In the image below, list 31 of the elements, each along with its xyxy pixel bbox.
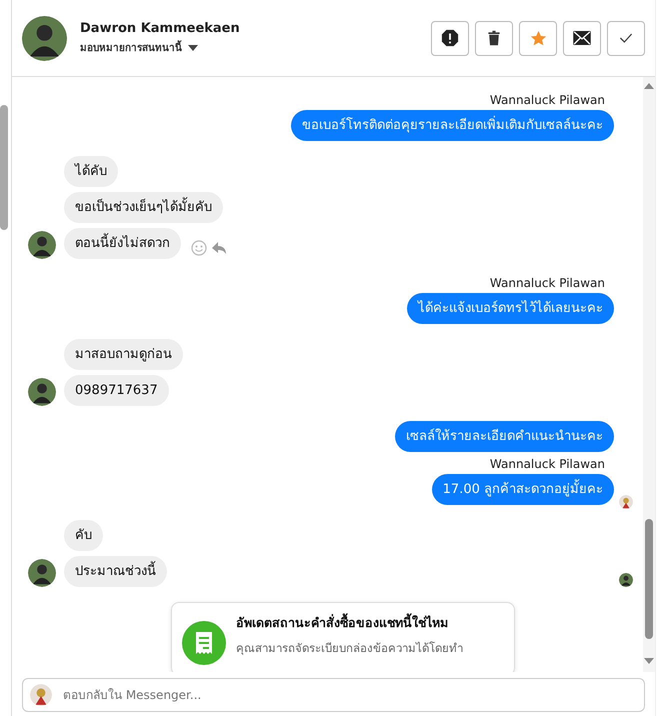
avatar bbox=[30, 684, 52, 706]
mail-icon bbox=[573, 31, 591, 45]
reply-icon[interactable] bbox=[211, 240, 227, 256]
message-bubble: 0989717637 bbox=[64, 375, 169, 406]
card-title: อัพเดตสถานะคำสั่งซื้อของแชทนี้ใช่ไหม bbox=[236, 613, 449, 632]
smiley-icon[interactable] bbox=[191, 240, 207, 256]
alert-icon bbox=[441, 29, 459, 47]
sender-name: Wannaluck Pilawan bbox=[490, 276, 605, 290]
trash-icon bbox=[486, 29, 502, 47]
assign-dropdown[interactable]: มอบหมายการสนทนานี้ bbox=[80, 40, 240, 55]
message-bubble: ได้ค่ะแจ้งเบอร์ดทรไว้ได้เลยนะคะ bbox=[407, 293, 614, 324]
action-button[interactable] bbox=[431, 20, 469, 56]
message-bubble: ประมาณช่วงนี้ bbox=[64, 556, 167, 587]
card-text: คุณสามารถจัดระเบียบกล่องข้อความได้โดยทำ bbox=[236, 640, 463, 657]
message-bubble: ขอเป็นช่วงเย็นๆได้มั้ยคับ bbox=[64, 192, 223, 223]
avatar bbox=[22, 16, 67, 60]
action-button[interactable] bbox=[563, 20, 601, 56]
message-bubble: ได้คับ bbox=[64, 156, 118, 187]
action-button[interactable] bbox=[475, 20, 513, 56]
message-bubble: ขอเบอร์โทรติดต่อคุยรายละเอียดเพิ่มเติมกับเซลล์นะคะ bbox=[291, 110, 614, 141]
receipt-icon bbox=[182, 621, 226, 665]
message-bubble: คับ bbox=[64, 520, 103, 551]
caret-icon bbox=[188, 44, 198, 50]
message-bubble: ตอนนี้ยังไม่สดวก bbox=[64, 228, 181, 259]
reply-field[interactable]: ตอบกลับใน Messenger... bbox=[22, 678, 645, 712]
message-bubble: เซลล์ให้รายละเอียดคำแนะนำนะคะ bbox=[395, 421, 614, 452]
sender-name: Wannaluck Pilawan bbox=[490, 457, 605, 471]
message-bubble: มาสอบถามดูก่อน bbox=[64, 339, 183, 370]
contact-name: Dawron Kammeekaen bbox=[80, 21, 240, 36]
sender-name: Wannaluck Pilawan bbox=[490, 93, 605, 107]
message-bubble: 17.00 ลูกค้าสะดวกอยู่มั้ยคะ bbox=[432, 474, 614, 505]
